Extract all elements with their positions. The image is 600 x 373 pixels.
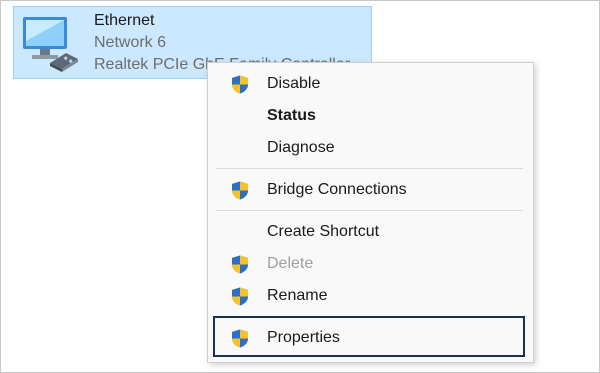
menu-item-bridge-connections[interactable]: Bridge Connections [208, 174, 533, 206]
menu-item-label: Diagnose [267, 139, 335, 156]
adapter-name: Ethernet [94, 12, 155, 29]
window-background: Ethernet Network 6 Realtek PCIe GbE Fami… [0, 0, 600, 373]
menu-item-disable[interactable]: Disable [208, 68, 533, 100]
uac-shield-icon [231, 287, 249, 306]
menu-item-rename[interactable]: Rename [208, 280, 533, 312]
menu-item-create-shortcut[interactable]: Create Shortcut [208, 216, 533, 248]
menu-item-label: Delete [267, 255, 314, 272]
menu-item-status[interactable]: Status [208, 100, 533, 132]
menu-item-diagnose[interactable]: Diagnose [208, 132, 533, 164]
menu-item-label: Bridge Connections [267, 181, 407, 198]
properties-highlight-box [213, 316, 525, 357]
uac-shield-icon [231, 181, 249, 200]
menu-item-label: Status [267, 107, 316, 124]
menu-item-label: Create Shortcut [267, 223, 380, 240]
adapter-network-name: Network 6 [94, 34, 167, 51]
menu-item-delete: Delete [208, 248, 533, 280]
network-adapter-icon [23, 17, 78, 72]
uac-shield-icon [231, 75, 249, 94]
menu-separator [216, 210, 523, 211]
menu-separator [216, 168, 523, 169]
uac-shield-icon [231, 255, 249, 274]
menu-item-label: Rename [267, 287, 328, 304]
menu-item-label: Disable [267, 75, 321, 92]
